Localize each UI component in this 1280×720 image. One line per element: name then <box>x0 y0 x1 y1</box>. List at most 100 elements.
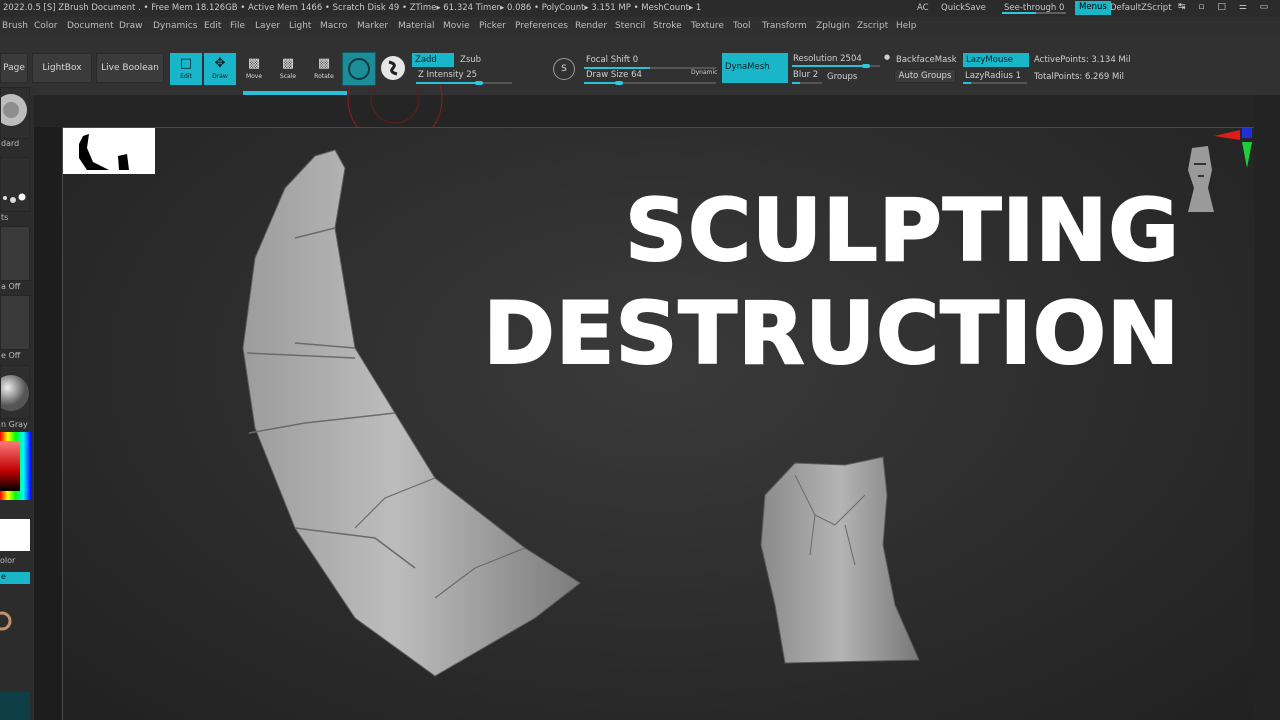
status-info: 2022.0.5 [S] ZBrush Document . • Free Me… <box>3 3 702 13</box>
resolution-knob[interactable] <box>862 64 870 68</box>
lazy-radius-label[interactable]: LazyRadius 1 <box>965 71 1021 81</box>
orientation-gizmo[interactable] <box>1180 126 1260 216</box>
edit-icon: □ <box>179 56 193 71</box>
stroke-slot[interactable]: ts <box>0 157 30 222</box>
menu-stroke[interactable]: Stroke <box>653 21 682 31</box>
scale-tool-button[interactable]: ▩ Scale <box>272 53 304 85</box>
rotate-tool-button[interactable]: ▩ Rotate <box>308 53 340 85</box>
edit-label: Edit <box>180 73 192 80</box>
menu-light[interactable]: Light <box>289 21 311 31</box>
menu-color[interactable]: Color <box>34 21 58 31</box>
zsub-toggle[interactable]: Zsub <box>460 55 481 65</box>
z-intensity-knob[interactable] <box>475 81 483 85</box>
scale-icon: ▩ <box>281 56 295 71</box>
menu-zplugin[interactable]: Zplugin <box>816 21 850 31</box>
page-button[interactable]: Page <box>0 53 28 83</box>
draw-tool-button[interactable]: ✥ Draw <box>204 53 236 85</box>
edit-tool-button[interactable]: □ Edit <box>170 53 202 85</box>
x-axis-icon <box>1214 130 1240 140</box>
menu-tool[interactable]: Tool <box>733 21 750 31</box>
draw-icon: ✥ <box>214 56 226 71</box>
menu-material[interactable]: Material <box>398 21 435 31</box>
navigator-thumbnail[interactable] <box>63 128 155 174</box>
menu-dynamics[interactable]: Dynamics <box>153 21 197 31</box>
sphere-brush-icon <box>348 58 370 80</box>
menu-document[interactable]: Document <box>67 21 114 31</box>
blur-value: 2 <box>812 70 819 80</box>
lightbox-button[interactable]: LightBox <box>32 53 92 83</box>
top-shelf: Page LightBox Live Boolean □ Edit ✥ Draw… <box>0 35 1280 95</box>
resolution-dot-icon: ● <box>884 53 891 61</box>
menus-toggle[interactable]: Menus <box>1075 1 1111 15</box>
color-picker[interactable] <box>0 432 31 500</box>
brush-slot[interactable]: dard <box>0 87 30 148</box>
ring-icon[interactable] <box>0 607 14 637</box>
total-points-readout: TotalPoints: 6.269 Mil <box>1034 72 1125 82</box>
draw-size-label[interactable]: Draw Size 64 <box>586 70 642 80</box>
z-intensity-label[interactable]: Z Intensity 25 <box>418 70 477 80</box>
quicksave-button[interactable]: QuickSave <box>941 3 986 13</box>
menu-render[interactable]: Render <box>575 21 607 31</box>
bottom-slot[interactable] <box>0 692 30 720</box>
dynamic-toggle[interactable]: Dynamic <box>691 69 717 76</box>
menu-help[interactable]: Help <box>896 21 917 31</box>
draw-size-slider[interactable] <box>584 82 716 84</box>
standard-brush-icon <box>0 94 27 126</box>
texture-slot[interactable]: e Off <box>0 295 30 360</box>
resolution-value: 2504 <box>840 54 862 64</box>
menu-picker[interactable]: Picker <box>479 21 506 31</box>
zadd-toggle[interactable]: Zadd <box>412 53 454 67</box>
left-shelf: dard ts a Off e Off n Gray olor e <box>0 87 34 720</box>
sculpted-fragment-mesh[interactable] <box>755 455 925 667</box>
symmetry-icon[interactable]: S <box>553 58 575 80</box>
resolution-label[interactable]: Resolution 2504 <box>793 54 862 64</box>
color-mode-toggle[interactable]: e <box>0 572 30 584</box>
lazymouse-toggle[interactable]: LazyMouse <box>963 53 1029 67</box>
sculptris-button[interactable] <box>342 52 376 86</box>
menu-texture[interactable]: Texture <box>691 21 724 31</box>
menu-stencil[interactable]: Stencil <box>615 21 645 31</box>
blur-slider[interactable] <box>792 82 822 84</box>
move-tool-button[interactable]: ▩ Move <box>238 53 270 85</box>
y-axis-icon <box>1242 142 1252 168</box>
menu-transform[interactable]: Transform <box>762 21 807 31</box>
scale-label: Scale <box>279 73 297 80</box>
menu-brush[interactable]: Brush <box>2 21 28 31</box>
window-controls-icon[interactable]: ↹ ▫ □ ⚌ ▭ ✕ <box>1178 2 1280 12</box>
default-zscript-button[interactable]: DefaultZScript <box>1110 3 1172 13</box>
title-bar: 2022.0.5 [S] ZBrush Document . • Free Me… <box>0 0 1280 17</box>
brush-name: dard <box>1 139 20 148</box>
live-boolean-button[interactable]: Live Boolean <box>96 53 164 83</box>
groups-toggle[interactable]: Groups <box>827 72 857 82</box>
see-through-slider[interactable] <box>1002 12 1066 14</box>
alpha-name: a Off <box>1 282 21 291</box>
menu-zscript[interactable]: Zscript <box>857 21 888 31</box>
menu-draw[interactable]: Draw <box>119 21 143 31</box>
focal-shift-label[interactable]: Focal Shift 0 <box>586 55 638 65</box>
navigator-silhouette-icon <box>79 134 129 170</box>
material-slot[interactable]: n Gray <box>0 365 30 429</box>
menu-marker[interactable]: Marker <box>357 21 388 31</box>
headline-overlay: SCULPTING DESTRUCTION <box>380 180 1180 386</box>
secondary-color-swatch[interactable] <box>0 519 30 551</box>
blur-label[interactable]: Blur 2 <box>793 70 818 80</box>
auto-groups-button[interactable]: Auto Groups <box>894 69 956 83</box>
menu-macro[interactable]: Macro <box>320 21 347 31</box>
brush-preview-icon[interactable] <box>381 56 405 80</box>
dynamesh-button[interactable]: DynaMesh <box>722 53 788 83</box>
texture-name: e Off <box>1 351 21 360</box>
rotate-label: Rotate <box>314 73 334 80</box>
alpha-slot[interactable]: a Off <box>0 226 30 291</box>
move-label: Move <box>245 73 263 80</box>
lazy-radius-slider[interactable] <box>963 82 1027 84</box>
menu-edit[interactable]: Edit <box>204 21 221 31</box>
draw-size-knob[interactable] <box>615 81 623 85</box>
z-intensity-value: 25 <box>466 70 478 80</box>
z-intensity-slider[interactable] <box>416 82 512 84</box>
menu-layer[interactable]: Layer <box>255 21 280 31</box>
menu-file[interactable]: File <box>230 21 245 31</box>
material-sphere-icon <box>0 375 29 411</box>
menu-preferences[interactable]: Preferences <box>515 21 568 31</box>
backface-mask-toggle[interactable]: BackfaceMask <box>896 55 957 65</box>
menu-movie[interactable]: Movie <box>443 21 470 31</box>
